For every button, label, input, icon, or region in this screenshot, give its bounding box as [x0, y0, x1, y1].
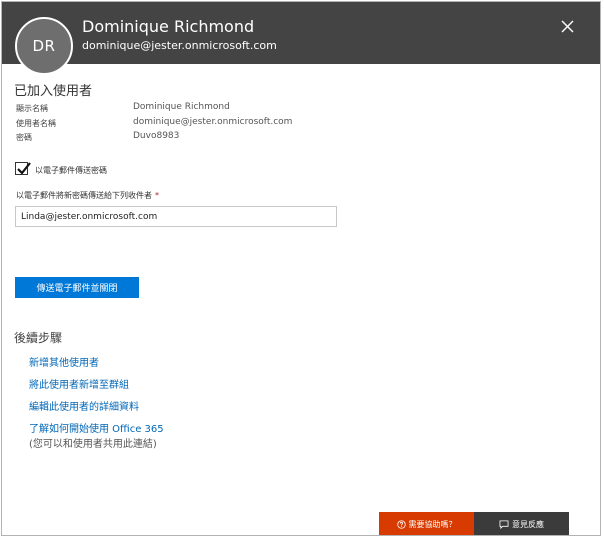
next-steps-title: 後續步驟 [14, 331, 63, 345]
display-name-label: 顯示名稱 [16, 104, 48, 113]
display-name-value: Dominique Richmond [133, 102, 230, 112]
user-added-panel: Dominique Richmond dominique@jester.onmi… [1, 1, 601, 536]
need-help-button[interactable]: 需要協助嗎？ [379, 512, 474, 535]
edit-user-details-link[interactable]: 編輯此使用者的詳細資料 [29, 398, 139, 413]
avatar-initials: DR [32, 37, 56, 55]
close-button[interactable] [558, 17, 578, 37]
recipient-field-label-text: 以電子郵件將新密碼傳送給下列收件者 [16, 191, 152, 200]
email-password-checkbox-label: 以電子郵件傳送密碼 [35, 166, 107, 175]
username-label: 使用者名稱 [16, 119, 56, 128]
email-password-checkbox[interactable] [15, 162, 31, 175]
recipient-email-input[interactable] [15, 206, 337, 227]
password-label: 密碼 [16, 133, 32, 142]
feedback-label: 意見反應 [512, 520, 544, 529]
required-marker: * [155, 191, 159, 200]
checkmark-icon [17, 162, 31, 175]
recipient-field-label: 以電子郵件將新密碼傳送給下列收件者 * [16, 190, 159, 201]
add-another-user-link[interactable]: 新增其他使用者 [29, 354, 99, 369]
close-icon [561, 20, 574, 33]
user-email: dominique@jester.onmicrosoft.com [82, 39, 277, 52]
comment-icon [499, 520, 509, 529]
add-user-to-group-link[interactable]: 將此使用者新增至群組 [29, 376, 129, 391]
need-help-label: 需要協助嗎？ [408, 520, 457, 529]
feedback-button[interactable]: 意見反應 [474, 512, 569, 535]
password-value: Duvo8983 [133, 131, 180, 141]
username-value: dominique@jester.onmicrosoft.com [133, 117, 293, 127]
send-email-and-close-button[interactable]: 傳送電子郵件並關閉 [15, 277, 139, 298]
user-display-name: Dominique Richmond [82, 17, 255, 36]
added-user-title: 已加入使用者 [14, 84, 93, 99]
get-started-office365-link[interactable]: 了解如何開始使用 Office 365 [29, 420, 164, 435]
share-link-note: (您可以和使用者共用此連結) [29, 439, 157, 450]
avatar: DR [15, 17, 73, 75]
question-circle-icon [396, 520, 406, 529]
panel-header: Dominique Richmond dominique@jester.onmi… [2, 2, 600, 64]
